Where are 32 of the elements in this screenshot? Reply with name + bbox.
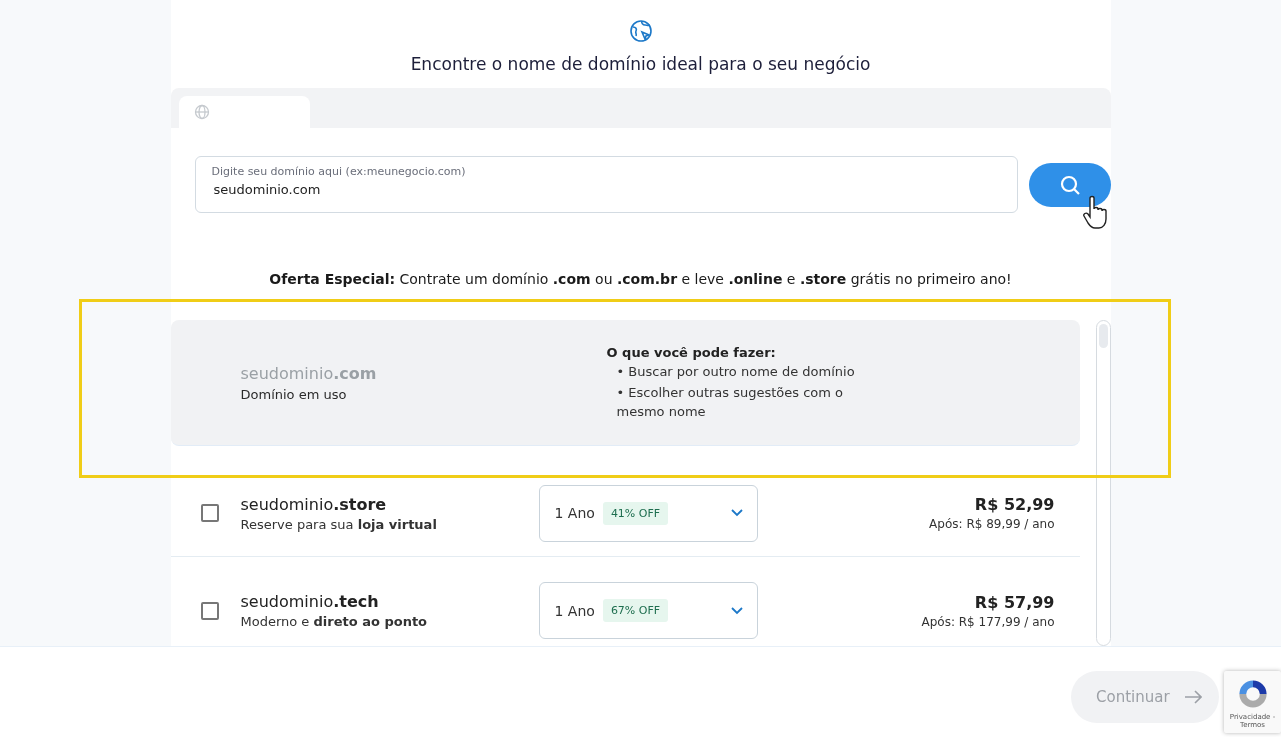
- domain-input[interactable]: seudominio.com: [211, 182, 1002, 197]
- renewal-price: Após: R$ 177,99 / ano: [921, 614, 1055, 629]
- arrow-right-icon: [1183, 690, 1202, 704]
- chevron-down-icon: [730, 606, 743, 615]
- domain-description: Reserve para sua loja virtual: [240, 516, 438, 532]
- period-select[interactable]: 1 Ano 41% OFF: [538, 484, 758, 542]
- checkbox[interactable]: [200, 504, 219, 522]
- discount-badge: 41% OFF: [602, 501, 669, 525]
- search-icon: [1058, 173, 1081, 196]
- checkbox[interactable]: [200, 601, 219, 620]
- domain-status: Domínio em uso: [240, 386, 348, 402]
- discount-badge: 67% OFF: [602, 599, 669, 622]
- special-offer-text: Oferta Especial: Contrate um domínio .com ou .com.br e leve .online e .store grátis no primeiro ano!: [269, 271, 1012, 287]
- tip-text: • Escolher outras sugestões com o mesmo nome: [615, 383, 845, 421]
- domain-name: seudominio.com: [240, 363, 378, 383]
- period-select[interactable]: 1 Ano 67% OFF: [538, 582, 758, 639]
- renewal-price: Após: R$ 89,99 / ano: [929, 517, 1055, 531]
- scrollbar[interactable]: [1095, 320, 1111, 646]
- tip-text: • Buscar por outro nome de domínio: [615, 362, 856, 381]
- domain-description: Moderno e direto ao ponto: [240, 614, 429, 629]
- domain-search-field[interactable]: Digite seu domínio aqui (ex:meunegocio.com) seudominio.com: [194, 156, 1019, 213]
- search-button[interactable]: [1029, 162, 1111, 207]
- globe-icon: [628, 19, 653, 43]
- hand-cursor-icon: [1082, 195, 1108, 231]
- price: R$ 57,99: [974, 592, 1055, 612]
- globe-icon: [193, 104, 210, 120]
- chevron-down-icon: [730, 509, 743, 517]
- price: R$ 52,99: [974, 495, 1055, 514]
- page-title: Encontre o nome de domínio ideal para o seu negócio: [410, 54, 871, 74]
- tips-title: O que você pode fazer:: [606, 344, 777, 360]
- domain-name: seudominio.store: [240, 494, 388, 514]
- domain-name: seudominio.tech: [240, 592, 380, 611]
